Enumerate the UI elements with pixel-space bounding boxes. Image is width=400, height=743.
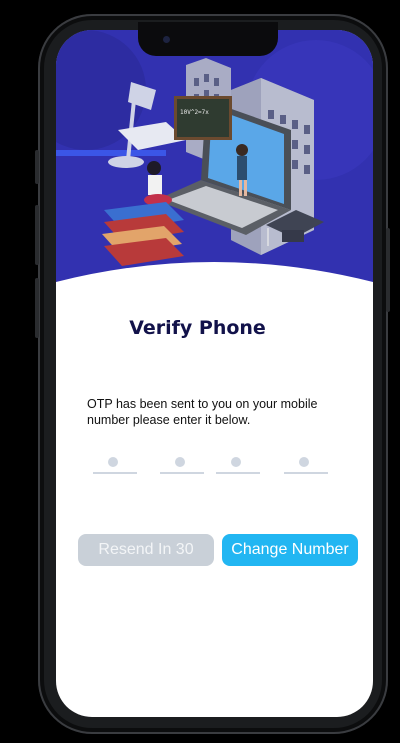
- otp-digit-3[interactable]: [216, 456, 260, 474]
- otp-digit-4[interactable]: [284, 456, 328, 474]
- otp-placeholder-dot: [231, 457, 241, 467]
- otp-placeholder-dot: [108, 457, 118, 467]
- chalkboard-text: 10V^2=7x: [180, 109, 209, 116]
- otp-underline: [216, 472, 260, 474]
- otp-placeholder-dot: [175, 457, 185, 467]
- hero-illustration: 10V^2=7x: [56, 30, 373, 290]
- change-number-button[interactable]: Change Number: [222, 534, 358, 566]
- camera-icon: [163, 36, 170, 43]
- phone-side-button: [35, 205, 39, 265]
- phone-side-button: [386, 228, 390, 312]
- phone-side-button: [35, 150, 39, 184]
- otp-digit-2[interactable]: [160, 456, 204, 474]
- otp-underline: [160, 472, 204, 474]
- otp-underline: [93, 472, 137, 474]
- otp-digit-1[interactable]: [93, 456, 137, 474]
- otp-description: OTP has been sent to you on your mobile …: [87, 397, 318, 427]
- resend-otp-button[interactable]: Resend In 30: [78, 534, 214, 566]
- otp-placeholder-dot: [299, 457, 309, 467]
- phone-side-button: [35, 278, 39, 338]
- page-title: Verify Phone: [129, 317, 266, 339]
- phone-notch: [138, 22, 278, 56]
- otp-underline: [284, 472, 328, 474]
- hero-curve-divider: [56, 262, 373, 320]
- education-illustration: 10V^2=7x: [56, 30, 373, 290]
- phone-screen: 10V^2=7x: [56, 30, 373, 717]
